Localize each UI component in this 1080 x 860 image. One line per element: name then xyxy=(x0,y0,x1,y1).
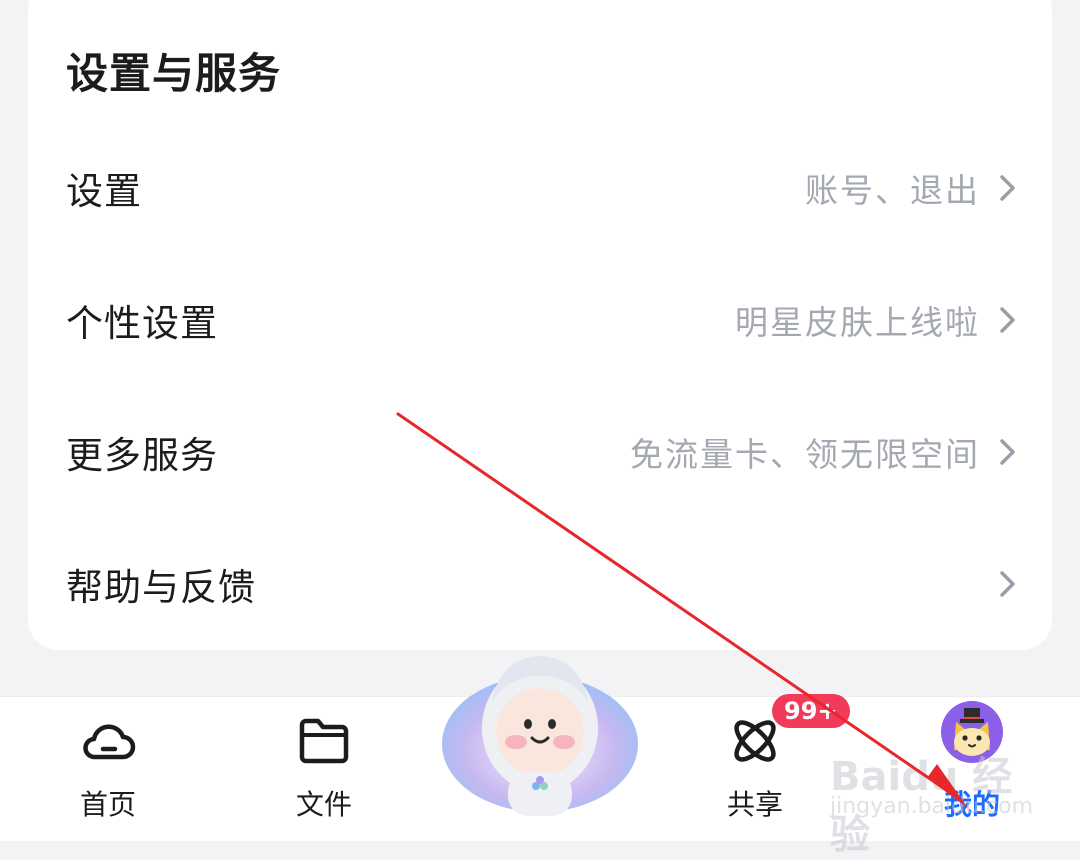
help-feedback-row-label: 帮助与反馈 xyxy=(66,566,256,609)
tab-files[interactable]: 文件 xyxy=(249,697,399,841)
chevron-right-icon xyxy=(1000,307,1015,333)
more-services-row-label: 更多服务 xyxy=(66,434,218,477)
chevron-right-icon xyxy=(1000,175,1015,201)
cloud-icon xyxy=(83,724,136,760)
share-badge: 99+ xyxy=(772,694,850,728)
mascot-icon[interactable] xyxy=(440,636,640,826)
personalize-row[interactable]: 个性设置 明星皮肤上线啦 xyxy=(28,260,1052,380)
tab-mine-label: 我的 xyxy=(943,788,1000,821)
more-services-row[interactable]: 更多服务 免流量卡、领无限空间 xyxy=(28,392,1052,512)
tab-home[interactable]: 首页 xyxy=(33,697,183,841)
cat-avatar-icon xyxy=(941,701,1003,763)
chevron-right-icon xyxy=(1000,439,1015,465)
personalize-row-label: 个性设置 xyxy=(66,302,218,345)
settings-row-hint: 账号、退出 xyxy=(805,171,980,210)
tab-home-label: 首页 xyxy=(79,788,136,821)
settings-row[interactable]: 设置 账号、退出 xyxy=(28,128,1052,248)
more-services-row-hint: 免流量卡、领无限空间 xyxy=(630,435,980,474)
section-title: 设置与服务 xyxy=(66,49,282,98)
tab-files-label: 文件 xyxy=(295,788,352,821)
personalize-row-hint: 明星皮肤上线啦 xyxy=(735,303,980,342)
chevron-right-icon xyxy=(1000,571,1015,597)
tab-share-label: 共享 xyxy=(726,788,783,821)
settings-row-label: 设置 xyxy=(66,170,142,213)
folder-icon xyxy=(299,718,349,764)
help-feedback-row[interactable]: 帮助与反馈 xyxy=(28,524,1052,644)
